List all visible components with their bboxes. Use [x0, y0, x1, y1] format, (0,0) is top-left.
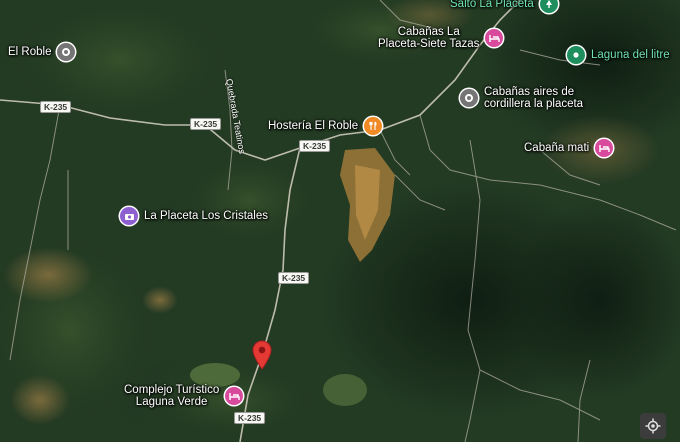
satellite-map[interactable]: Salto La Placeta El Roble Cabañas La Pla… — [0, 0, 680, 442]
location-icon — [460, 89, 478, 107]
poi-label: Laguna del litre — [591, 49, 670, 61]
poi-la-placeta-los-cristales[interactable]: La Placeta Los Cristales — [120, 207, 268, 225]
location-marker[interactable] — [252, 340, 272, 375]
satellite-terrain — [0, 0, 680, 442]
poi-label: El Roble — [8, 46, 52, 58]
poi-label: Cabaña mati — [524, 142, 590, 154]
poi-cabana-mati[interactable]: Cabaña mati — [524, 139, 614, 157]
hotel-icon — [225, 387, 244, 405]
hotel-icon — [485, 29, 504, 47]
poi-label: La Placeta Los Cristales — [144, 210, 269, 222]
poi-complejo-turistico-laguna-verde[interactable]: Complejo Turístico Laguna Verde — [124, 384, 244, 408]
poi-label: Complejo Turístico Laguna Verde — [124, 384, 220, 408]
road-label: K-235 — [278, 272, 310, 284]
poi-cabanas-la-placeta[interactable]: Cabañas La Placeta-Siete Tazas — [378, 26, 504, 50]
camera-icon — [120, 207, 138, 225]
hotel-icon — [595, 139, 614, 157]
poi-label: Hostería El Roble — [268, 120, 359, 132]
poi-cabanas-aires-de-cordillera[interactable]: Cabañas aires de cordillera la placeta — [460, 86, 583, 110]
poi-laguna-del-litre[interactable]: Laguna del litre — [567, 46, 670, 64]
restaurant-icon — [364, 117, 383, 135]
road-label: K-235 — [299, 140, 331, 152]
poi-el-roble[interactable]: El Roble — [8, 43, 76, 61]
road-label: K-235 — [40, 101, 72, 113]
my-location-icon — [645, 418, 661, 434]
my-location-button[interactable] — [640, 413, 666, 439]
poi-label: Cabañas La Placeta-Siete Tazas — [378, 26, 480, 50]
poi-label: Salto La Placeta — [450, 0, 534, 10]
park-icon — [567, 46, 585, 64]
poi-hosteria-el-roble[interactable]: Hostería El Roble — [268, 117, 383, 135]
park-icon — [539, 0, 558, 13]
road-label: K-235 — [190, 118, 222, 130]
poi-salto-la-placeta[interactable]: Salto La Placeta — [450, 0, 558, 13]
location-icon — [57, 43, 76, 61]
red-pin-icon — [252, 340, 272, 370]
poi-label: Cabañas aires de cordillera la placeta — [484, 86, 584, 110]
road-label: K-235 — [234, 412, 266, 424]
